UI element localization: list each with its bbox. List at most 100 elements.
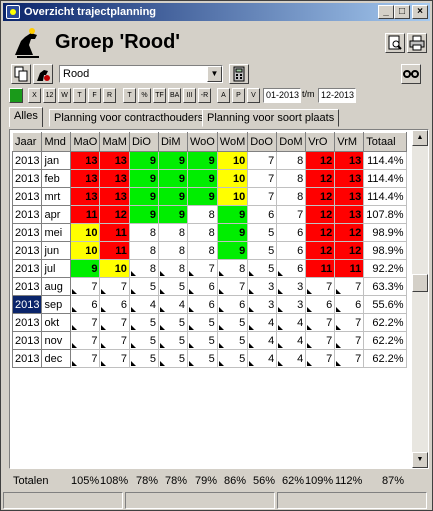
- cell-mnd[interactable]: jun: [41, 241, 72, 260]
- cell-wom[interactable]: 7: [216, 277, 249, 296]
- cell-jaar[interactable]: 2013: [11, 169, 43, 188]
- cell-wom[interactable]: 5: [216, 313, 249, 332]
- cell-dom[interactable]: 3: [276, 295, 307, 314]
- cell-dio[interactable]: 9: [128, 205, 159, 224]
- table-row[interactable]: 2013 jun 10 11 8 8 8 9 5 6 12 12 98.9%: [11, 241, 407, 260]
- cell-woo[interactable]: 5: [186, 349, 218, 368]
- cell-vro[interactable]: 12: [305, 169, 336, 188]
- column-header-dio[interactable]: DiO: [128, 132, 159, 152]
- cell-dio[interactable]: 5: [128, 331, 159, 350]
- cell-doo[interactable]: 7: [247, 169, 278, 188]
- cell-mao[interactable]: 9: [70, 259, 101, 278]
- cell-jaar[interactable]: 2013: [11, 331, 43, 350]
- maximize-button[interactable]: □: [394, 5, 410, 19]
- table-row[interactable]: 2013 jul 9 10 8 8 7 8 5 6 11 11 92.2%: [11, 259, 407, 278]
- preview-button[interactable]: [385, 33, 405, 53]
- cell-vrm[interactable]: 6: [334, 295, 365, 314]
- cell-vrm[interactable]: 7: [334, 313, 365, 332]
- table-row[interactable]: 2013 feb 13 13 9 9 9 10 7 8 12 13 114.4%: [11, 169, 407, 188]
- cell-mnd[interactable]: aug: [41, 277, 72, 296]
- cell-vrm[interactable]: 12: [334, 223, 365, 242]
- cell-dim[interactable]: 8: [157, 223, 188, 242]
- cell-mnd[interactable]: mrt: [41, 187, 72, 206]
- toggle-button-p[interactable]: P: [232, 88, 245, 103]
- cell-totaal[interactable]: 62.2%: [363, 313, 407, 332]
- filter-button-12[interactable]: 12: [43, 88, 56, 103]
- scroll-thumb[interactable]: [412, 274, 428, 292]
- cell-totaal[interactable]: 98.9%: [363, 223, 407, 242]
- tab-alles[interactable]: Alles: [9, 107, 43, 127]
- cell-jaar[interactable]: 2013: [11, 349, 43, 368]
- cell-mnd[interactable]: apr: [41, 205, 72, 224]
- cell-dim[interactable]: 5: [157, 313, 188, 332]
- table-row[interactable]: 2013 mei 10 11 8 8 8 9 5 6 12 12 98.9%: [11, 223, 407, 242]
- cell-mam[interactable]: 13: [99, 169, 130, 188]
- cell-mam[interactable]: 7: [99, 277, 130, 296]
- cell-totaal[interactable]: 114.4%: [363, 151, 407, 170]
- cell-dom[interactable]: 4: [276, 313, 307, 332]
- cell-mnd[interactable]: mei: [41, 223, 72, 242]
- cell-totaal[interactable]: 114.4%: [363, 169, 407, 188]
- planning-grid[interactable]: Jaar Mnd MaO MaM DiO DiM WoO WoM DoO DoM VrO VrM Tot…: [9, 129, 429, 469]
- cell-woo[interactable]: 5: [186, 331, 218, 350]
- cell-dom[interactable]: 4: [276, 331, 307, 350]
- filter-button-w[interactable]: W: [58, 88, 71, 103]
- cell-woo[interactable]: 9: [186, 187, 218, 206]
- cell-vro[interactable]: 12: [305, 151, 336, 170]
- cell-vro[interactable]: 12: [305, 223, 336, 242]
- cell-vrm[interactable]: 13: [334, 205, 365, 224]
- cell-doo[interactable]: 7: [247, 151, 278, 170]
- cell-jaar[interactable]: 2013: [11, 241, 43, 260]
- filter-button-t[interactable]: T: [73, 88, 86, 103]
- cell-woo[interactable]: 5: [186, 313, 218, 332]
- tab-soort-plaats[interactable]: Planning voor soort plaats: [202, 109, 340, 127]
- cell-vrm[interactable]: 13: [334, 169, 365, 188]
- column-header-mao[interactable]: MaO: [70, 132, 101, 152]
- cell-mnd[interactable]: jul: [41, 259, 72, 278]
- cell-mao[interactable]: 11: [70, 205, 101, 224]
- cell-dim[interactable]: 5: [157, 349, 188, 368]
- cell-vro[interactable]: 7: [305, 313, 336, 332]
- green-status-button[interactable]: [9, 88, 23, 103]
- cell-woo[interactable]: 9: [186, 151, 218, 170]
- date-from-input[interactable]: 01-2013: [263, 88, 301, 103]
- cell-dom[interactable]: 3: [276, 277, 307, 296]
- cell-dim[interactable]: 9: [157, 205, 188, 224]
- cell-mam[interactable]: 13: [99, 151, 130, 170]
- cell-mam[interactable]: 7: [99, 349, 130, 368]
- cell-mnd[interactable]: okt: [41, 313, 72, 332]
- cell-dom[interactable]: 8: [276, 187, 307, 206]
- cell-mao[interactable]: 13: [70, 187, 101, 206]
- cell-dom[interactable]: 8: [276, 151, 307, 170]
- cell-mao[interactable]: 7: [70, 349, 101, 368]
- cell-mnd[interactable]: dec: [41, 349, 72, 368]
- cell-mao[interactable]: 13: [70, 151, 101, 170]
- cell-mnd[interactable]: jan: [41, 151, 72, 170]
- cell-doo[interactable]: 4: [247, 313, 278, 332]
- cell-jaar[interactable]: 2013: [11, 223, 43, 242]
- cell-woo[interactable]: 8: [186, 205, 218, 224]
- group-select[interactable]: Rood ▼: [59, 65, 223, 83]
- calculator-button[interactable]: [229, 64, 249, 84]
- cell-dim[interactable]: 4: [157, 295, 188, 314]
- toggle-button-ba[interactable]: BA: [168, 88, 182, 103]
- cell-jaar[interactable]: 2013: [11, 151, 43, 170]
- cell-doo[interactable]: 3: [247, 277, 278, 296]
- cell-doo[interactable]: 4: [247, 349, 278, 368]
- table-row[interactable]: 2013 sep 6 6 4 4 6 6 3 3 6 6 55.6%: [11, 295, 407, 314]
- column-header-vro[interactable]: VrO: [305, 132, 336, 152]
- scroll-up-icon[interactable]: ▲: [412, 130, 428, 146]
- cell-dim[interactable]: 8: [157, 259, 188, 278]
- cell-mam[interactable]: 13: [99, 187, 130, 206]
- cell-vrm[interactable]: 7: [334, 277, 365, 296]
- cell-mnd[interactable]: feb: [41, 169, 72, 188]
- cell-jaar[interactable]: 2013: [11, 295, 43, 314]
- horse-tool-button[interactable]: [33, 64, 53, 84]
- toggle-button-v[interactable]: V: [247, 88, 260, 103]
- cell-woo[interactable]: 9: [186, 169, 218, 188]
- toggle-button-minus-r[interactable]: -R: [198, 88, 211, 103]
- cell-doo[interactable]: 5: [247, 223, 278, 242]
- cell-wom[interactable]: 5: [216, 331, 249, 350]
- cell-vrm[interactable]: 13: [334, 151, 365, 170]
- table-row[interactable]: 2013 apr 11 12 9 9 8 9 6 7 12 13 107.8%: [11, 205, 407, 224]
